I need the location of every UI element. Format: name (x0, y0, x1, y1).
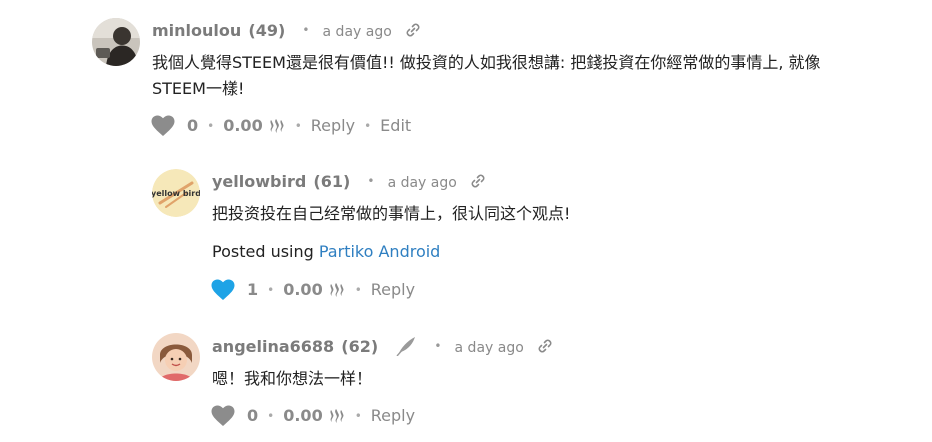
upvote-heart-icon[interactable] (211, 405, 235, 427)
author-reputation: (62) (341, 337, 379, 356)
comment-text-line: 嗯！我和你想法一样！ (212, 369, 373, 388)
comment-angelina6688: angelina6688 (62) • a day ago 嗯！我和你想法一样！… (0, 0, 932, 442)
steem-icon (330, 409, 344, 423)
author-name[interactable]: angelina6688 (212, 337, 334, 356)
permalink-icon[interactable] (537, 338, 553, 354)
comment-body: 嗯！我和你想法一样！ (212, 366, 912, 392)
action-separator: • (354, 409, 362, 423)
payout-amount[interactable]: 0.00 (283, 405, 322, 427)
avatar-photo (152, 333, 200, 381)
vote-count[interactable]: 0 (247, 405, 258, 427)
comment-actions: 0 • 0.00 • Reply (211, 405, 415, 427)
comment-header: angelina6688 (62) • a day ago (212, 336, 553, 358)
action-separator: • (267, 409, 275, 423)
avatar[interactable] (152, 333, 200, 381)
header-separator: • (434, 339, 442, 353)
comments-thread: { "comments": [ { "author": "minloulou",… (0, 0, 932, 442)
reply-link[interactable]: Reply (371, 405, 415, 427)
timestamp[interactable]: a day ago (455, 340, 524, 356)
feather-icon (396, 337, 416, 356)
